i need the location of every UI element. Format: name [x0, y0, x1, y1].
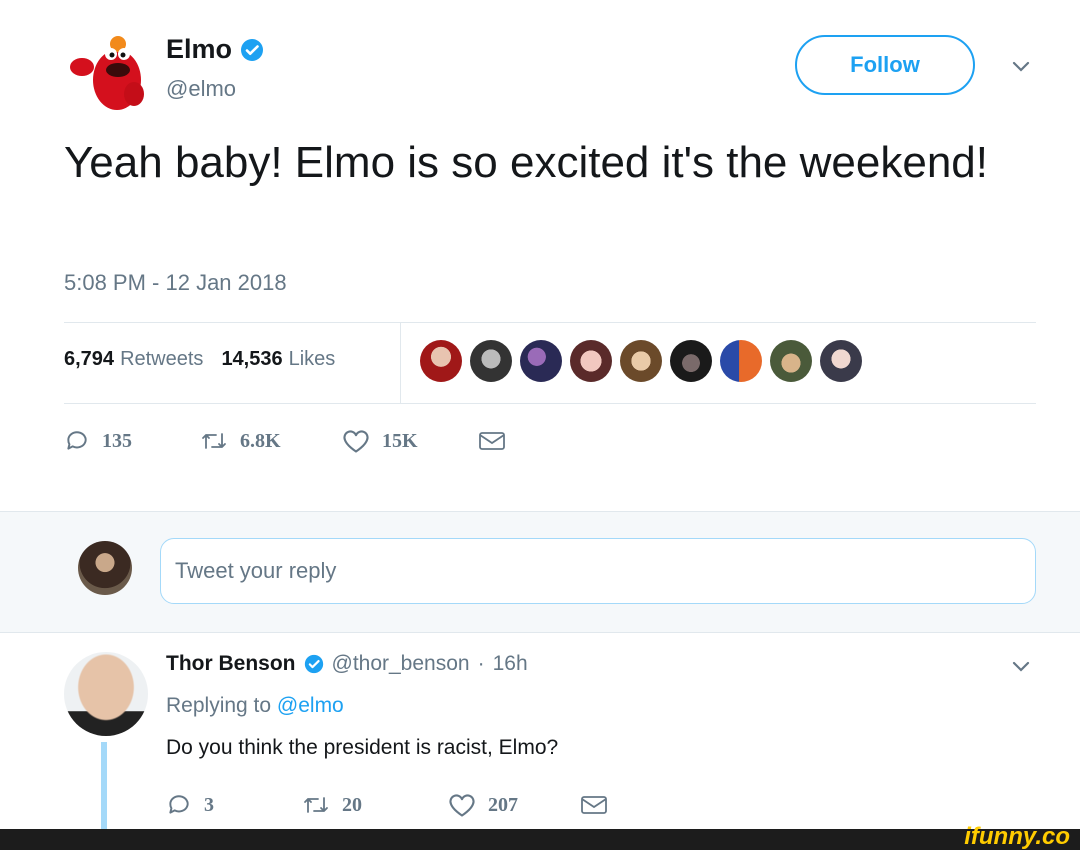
liker-avatar[interactable] [770, 340, 812, 382]
verified-badge-icon [241, 38, 264, 61]
retweet-action[interactable]: 20 [302, 792, 448, 818]
reply-input[interactable]: Tweet your reply [160, 538, 1036, 604]
retweet-count: 20 [342, 793, 362, 816]
reply-count: 135 [102, 429, 132, 452]
liker-avatar[interactable] [570, 340, 612, 382]
watermark-bar [0, 829, 1080, 850]
retweet-count: 6.8K [240, 429, 281, 452]
thread-line [101, 742, 107, 832]
reply-action[interactable]: 135 [64, 428, 200, 454]
tweet-text: Yeah baby! Elmo is so excited it's the w… [64, 138, 988, 187]
direct-message-action[interactable] [478, 429, 506, 453]
reply-author-avatar[interactable] [64, 652, 148, 736]
author-name[interactable]: Elmo [166, 34, 232, 65]
reply-icon [67, 431, 87, 450]
tweet-actions: 135 6.8K 15K [64, 428, 506, 454]
tweet-timestamp[interactable]: 5:08 PM - 12 Jan 2018 [64, 270, 287, 296]
tweet-stats: 6,794 Retweets 14,536 Likes [64, 348, 353, 371]
liker-avatars [420, 340, 862, 382]
reply-text: Do you think the president is racist, El… [166, 736, 559, 759]
follow-button[interactable]: Follow [795, 35, 975, 95]
retweet-icon [202, 433, 226, 449]
likes-label[interactable]: Likes [289, 348, 336, 371]
divider [64, 322, 1036, 323]
replying-prefix: Replying to [166, 694, 272, 717]
retweet-icon [304, 797, 328, 813]
envelope-icon [479, 432, 505, 450]
liker-avatar[interactable] [520, 340, 562, 382]
reply-action[interactable]: 3 [166, 792, 302, 818]
replying-to: Replying to @elmo [166, 694, 344, 718]
like-count: 207 [488, 793, 518, 816]
like-action[interactable]: 207 [448, 792, 580, 818]
likes-count[interactable]: 14,536 [221, 348, 282, 371]
reply-icon [169, 795, 189, 814]
follow-button-label: Follow [850, 52, 920, 77]
user-avatar[interactable] [78, 541, 132, 595]
separator-dot: · [477, 652, 485, 675]
envelope-icon [581, 796, 607, 814]
stats-divider [400, 322, 401, 404]
reply-count: 3 [204, 793, 214, 816]
reply-author-handle[interactable]: @thor_benson [332, 652, 470, 676]
reply-input-placeholder: Tweet your reply [175, 558, 337, 583]
liker-avatar[interactable] [620, 340, 662, 382]
reply-header: Thor Benson @thor_benson · 16h [166, 652, 528, 676]
author-handle[interactable]: @elmo [166, 76, 236, 102]
reply-actions: 3 20 207 [166, 792, 608, 818]
reply-time[interactable]: 16h [493, 652, 528, 676]
like-action[interactable]: 15K [342, 428, 478, 454]
reply-author-name[interactable]: Thor Benson [166, 652, 296, 676]
retweets-count[interactable]: 6,794 [64, 348, 114, 371]
chevron-down-icon[interactable] [1010, 56, 1032, 78]
liker-avatar[interactable] [820, 340, 862, 382]
retweet-action[interactable]: 6.8K [200, 428, 342, 454]
verified-badge-icon [304, 654, 323, 674]
divider [64, 403, 1036, 404]
liker-avatar[interactable] [720, 340, 762, 382]
replying-to-link[interactable]: @elmo [277, 694, 344, 717]
heart-icon [343, 430, 369, 453]
direct-message-action[interactable] [580, 793, 608, 817]
liker-avatar[interactable] [470, 340, 512, 382]
author-name-row: Elmo [166, 34, 264, 65]
retweets-label[interactable]: Retweets [120, 348, 203, 371]
liker-avatar[interactable] [420, 340, 462, 382]
heart-icon [449, 794, 475, 817]
liker-avatar[interactable] [670, 340, 712, 382]
elmo-avatar[interactable] [62, 32, 148, 114]
chevron-down-icon[interactable] [1010, 656, 1032, 678]
like-count: 15K [382, 429, 418, 452]
watermark-logo: ifunny.co [964, 823, 1070, 850]
